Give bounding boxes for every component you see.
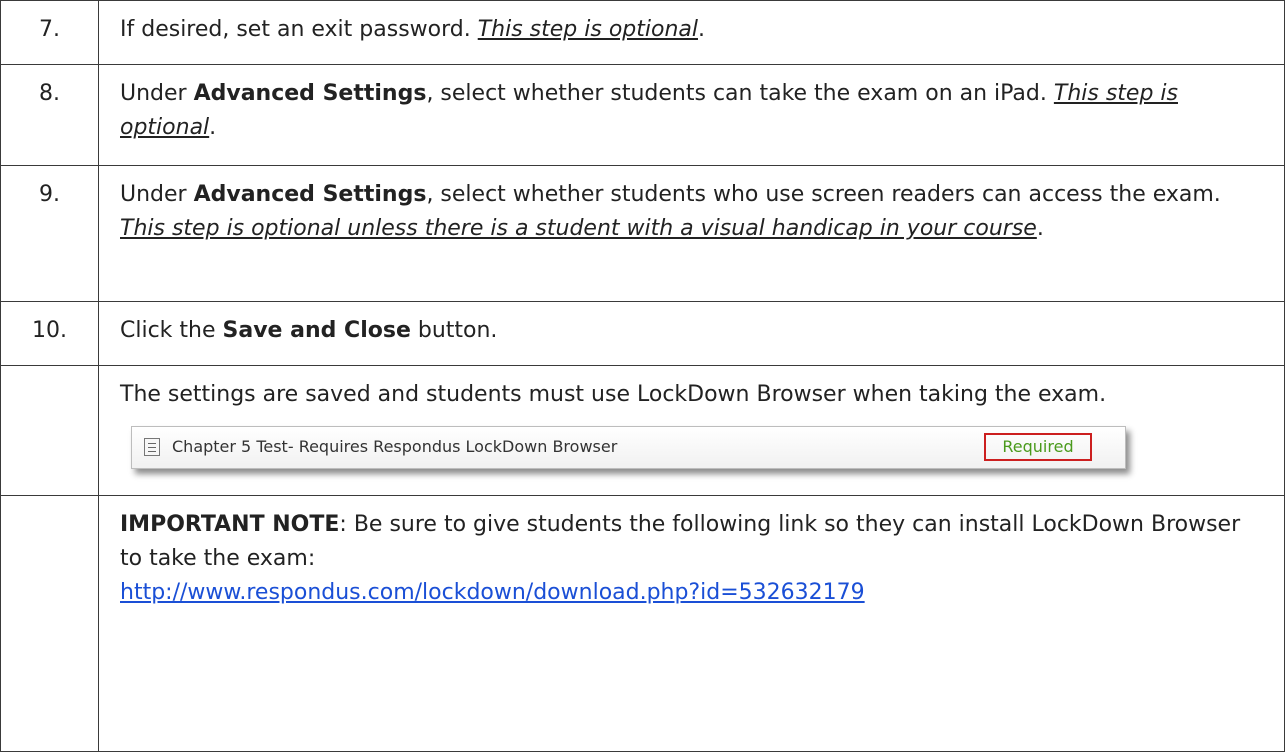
advanced-settings-label: Advanced Settings <box>193 182 427 207</box>
advanced-settings-label: Advanced Settings <box>193 81 427 106</box>
step-text-start: Click the <box>120 318 223 343</box>
empty-number-cell <box>0 495 99 752</box>
step-row-9: 9. Under Advanced Settings, select wheth… <box>0 165 1285 302</box>
step-number: 8. <box>0 64 99 166</box>
result-text: The settings are saved and students must… <box>120 382 1107 407</box>
step-text-middle: , select whether students who use screen… <box>426 182 1221 207</box>
note-row: IMPORTANT NOTE: Be sure to give students… <box>0 495 1285 752</box>
result-row: The settings are saved and students must… <box>0 365 1285 496</box>
step-number: 7. <box>0 0 99 65</box>
empty-number-cell <box>0 365 99 496</box>
course-item-screenshot: Chapter 5 Test- Requires Respondus LockD… <box>131 426 1126 469</box>
required-status-badge: Required <box>984 433 1092 461</box>
note-cell: IMPORTANT NOTE: Be sure to give students… <box>98 495 1285 752</box>
step-row-7: 7. If desired, set an exit password. Thi… <box>0 0 1285 65</box>
step-text-end: . <box>1036 216 1044 241</box>
instruction-table: 7. If desired, set an exit password. Thi… <box>0 0 1285 752</box>
optional-note: This step is optional unless there is a … <box>120 216 1037 241</box>
step-text-end: . <box>209 115 217 140</box>
step-text: Click the Save and Close button. <box>98 301 1285 366</box>
step-text-end: button. <box>410 318 498 343</box>
step-number: 9. <box>0 165 99 302</box>
course-item-title: Chapter 5 Test- Requires Respondus LockD… <box>172 437 618 456</box>
save-and-close-label: Save and Close <box>222 318 411 343</box>
step-number: 10. <box>0 301 99 366</box>
step-text: Under Advanced Settings, select whether … <box>98 64 1285 166</box>
step-row-8: 8. Under Advanced Settings, select wheth… <box>0 64 1285 166</box>
test-document-icon <box>144 438 160 456</box>
result-cell: The settings are saved and students must… <box>98 365 1285 496</box>
step-text-start: If desired, set an exit password. <box>120 17 478 42</box>
step-text-start: Under <box>120 81 194 106</box>
download-link[interactable]: http://www.respondus.com/lockdown/downlo… <box>120 580 865 605</box>
step-text-middle: , select whether students can take the e… <box>426 81 1054 106</box>
step-row-10: 10. Click the Save and Close button. <box>0 301 1285 366</box>
important-note-label: IMPORTANT NOTE <box>120 512 340 537</box>
step-text-start: Under <box>120 182 194 207</box>
optional-note: This step is optional <box>477 17 698 42</box>
step-text: Under Advanced Settings, select whether … <box>98 165 1285 302</box>
step-text: If desired, set an exit password. This s… <box>98 0 1285 65</box>
step-text-end: . <box>697 17 705 42</box>
